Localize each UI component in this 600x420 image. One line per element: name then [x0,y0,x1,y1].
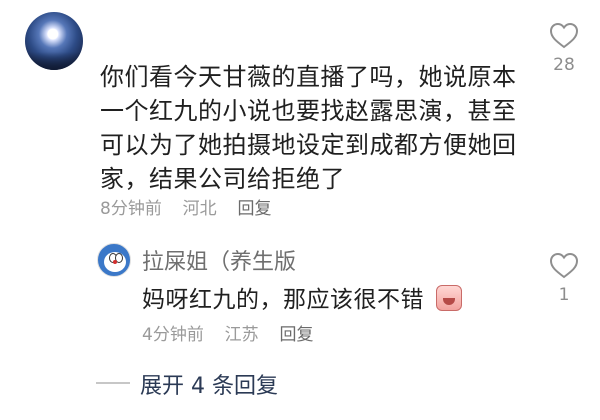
reply-text-row: 妈呀红九的，那应该很不错 [142,280,462,314]
avatar-nose [113,260,117,264]
comment-meta: 8分钟前 河北 回复 [100,194,271,219]
reply-time: 4分钟前 [142,325,204,345]
heart-outline-icon[interactable] [549,22,579,49]
comment-reply-link[interactable]: 回复 [237,199,271,219]
expand-divider [96,382,130,384]
heart-outline-icon[interactable] [549,252,579,279]
reply-meta: 4分钟前 江苏 回复 [142,320,313,345]
commenter-avatar[interactable] [25,12,83,70]
reply-user-avatar[interactable] [97,243,131,277]
reply-like-group[interactable]: 1 [544,252,584,305]
reply-location: 江苏 [224,325,259,345]
comment-like-group[interactable]: 28 [544,22,584,75]
comment-text: 你们看今天甘薇的直播了吗，她说原本 一个红九的小说也要找赵露思演，甚至 可以为了… [100,63,517,193]
comment-like-count: 28 [553,55,575,75]
comment-time: 8分钟前 [100,199,162,219]
comment-location: 河北 [182,199,217,219]
reply-reply-link[interactable]: 回复 [279,325,313,345]
expand-replies-button[interactable]: 展开 4 条回复 [140,368,278,400]
crying-face-emoji [435,285,462,311]
reply-like-count: 1 [558,285,570,305]
reply-username[interactable]: 拉屎姐（养生版 [142,244,296,276]
reply-text: 妈呀红九的，那应该很不错 [142,287,424,313]
